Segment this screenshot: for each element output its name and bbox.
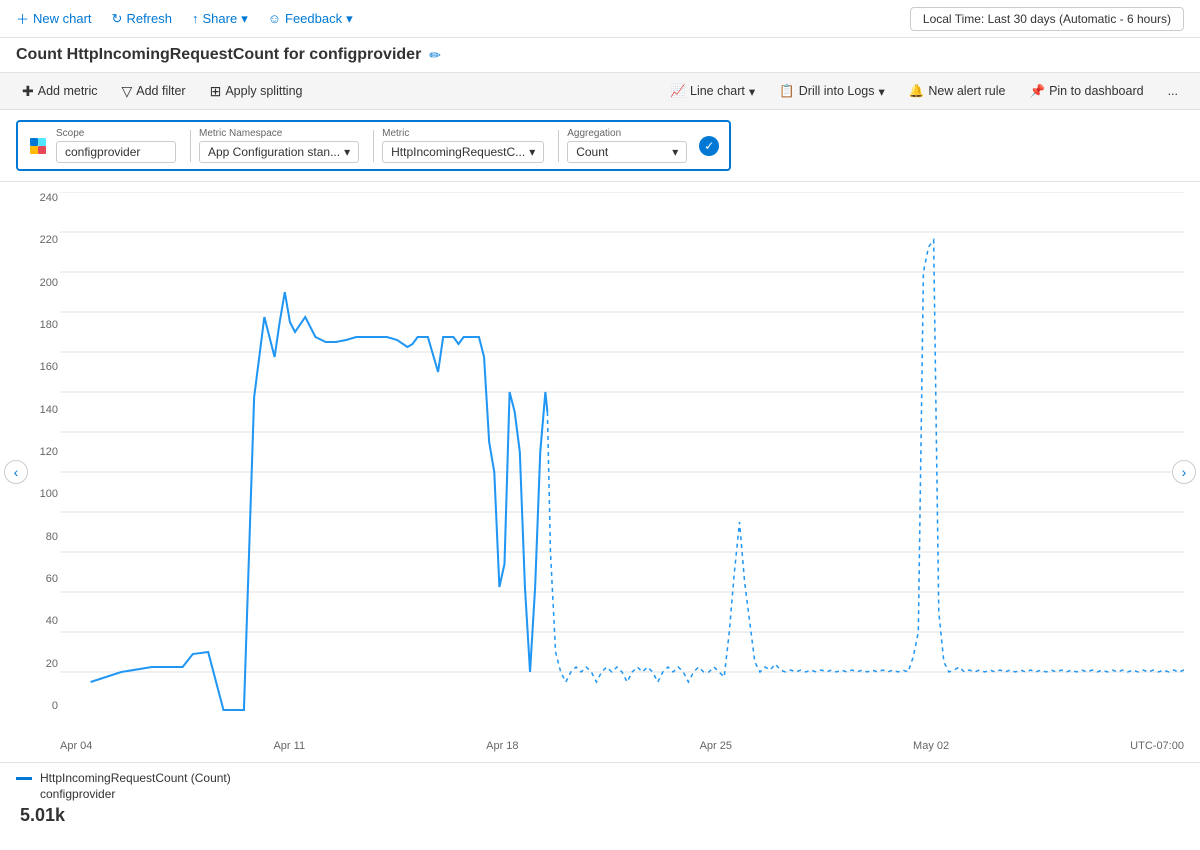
x-label-may02: May 02	[913, 740, 949, 752]
toolbar-left: ✚ Add metric ▽ Add filter ⊞ Apply splitt…	[16, 81, 308, 102]
split-icon: ⊞	[210, 83, 222, 100]
y-label-80: 80	[46, 531, 58, 543]
y-label-140: 140	[40, 404, 58, 416]
namespace-group: Metric Namespace App Configuration stan.…	[199, 128, 359, 163]
feedback-button[interactable]: ☺ Feedback ▾	[268, 11, 353, 27]
selector-divider-3	[558, 130, 559, 162]
scope-label: Scope	[56, 128, 176, 139]
new-alert-rule-button[interactable]: 🔔 New alert rule	[903, 82, 1012, 101]
legend-value: 5.01k	[16, 805, 1184, 826]
chart-toolbar: ✚ Add metric ▽ Add filter ⊞ Apply splitt…	[0, 72, 1200, 110]
page-title: Count HttpIncomingRequestCount for confi…	[16, 46, 421, 64]
time-selector-button[interactable]: Local Time: Last 30 days (Automatic - 6 …	[910, 7, 1184, 31]
plus-icon: ＋	[16, 9, 29, 28]
namespace-label: Metric Namespace	[199, 128, 359, 139]
chart-area: 240 220 200 180 160 140 120 100 80 60 40…	[0, 182, 1200, 762]
legend-bar: HttpIncomingRequestCount (Count) configp…	[0, 762, 1200, 834]
legend-item: HttpIncomingRequestCount (Count)	[16, 771, 1184, 785]
x-label-apr18: Apr 18	[486, 740, 518, 752]
aggregation-chevron-icon: ▾	[672, 145, 678, 159]
more-options-button[interactable]: ...	[1162, 82, 1184, 100]
alert-icon: 🔔	[909, 84, 925, 99]
line-chart-icon: 📈	[670, 84, 686, 99]
y-label-40: 40	[46, 615, 58, 627]
y-label-0: 0	[52, 700, 58, 712]
y-label-200: 200	[40, 277, 58, 289]
namespace-chevron-icon: ▾	[344, 145, 350, 159]
y-label-60: 60	[46, 573, 58, 585]
new-chart-button[interactable]: ＋ New chart	[16, 9, 92, 28]
add-metric-icon: ✚	[22, 83, 34, 100]
toolbar-right: 📈 Line chart ▾ 📋 Drill into Logs ▾ 🔔 New…	[664, 82, 1184, 101]
next-arrow-button[interactable]: ›	[1172, 460, 1196, 484]
metric-selector-bar: Scope configprovider Metric Namespace Ap…	[0, 110, 1200, 182]
y-label-240: 240	[40, 192, 58, 204]
scope-dropdown[interactable]: configprovider	[56, 141, 176, 163]
share-button[interactable]: ↑ Share ▾	[192, 11, 248, 27]
y-label-20: 20	[46, 658, 58, 670]
add-filter-button[interactable]: ▽ Add filter	[115, 81, 191, 102]
x-axis: Apr 04 Apr 11 Apr 18 Apr 25 May 02 UTC-0…	[60, 740, 1184, 752]
feedback-icon: ☺	[268, 11, 281, 26]
namespace-dropdown[interactable]: App Configuration stan... ▾	[199, 141, 359, 163]
selector-divider-2	[373, 130, 374, 162]
logs-chevron-icon: ▾	[879, 84, 885, 99]
aggregation-group: Aggregation Count ▾	[567, 128, 687, 163]
y-label-160: 160	[40, 361, 58, 373]
prev-arrow-button[interactable]: ‹	[4, 460, 28, 484]
y-label-100: 100	[40, 488, 58, 500]
metric-group: Metric HttpIncomingRequestC... ▾	[382, 128, 544, 163]
confirm-button[interactable]: ✓	[699, 136, 719, 156]
y-label-220: 220	[40, 234, 58, 246]
x-label-apr25: Apr 25	[700, 740, 732, 752]
pin-to-dashboard-button[interactable]: 📌 Pin to dashboard	[1023, 82, 1149, 101]
line-chart-button[interactable]: 📈 Line chart ▾	[664, 82, 761, 101]
metric-dropdown[interactable]: HttpIncomingRequestC... ▾	[382, 141, 544, 163]
edit-icon[interactable]: ✏	[429, 47, 441, 64]
y-label-120: 120	[40, 446, 58, 458]
x-label-utc: UTC-07:00	[1130, 740, 1184, 752]
refresh-button[interactable]: ↻ Refresh	[112, 11, 172, 27]
drill-into-logs-button[interactable]: 📋 Drill into Logs ▾	[773, 82, 891, 101]
top-bar: ＋ New chart ↻ Refresh ↑ Share ▾ ☺ Feedba…	[0, 0, 1200, 38]
legend-series-name: HttpIncomingRequestCount (Count)	[40, 771, 231, 785]
top-bar-right: Local Time: Last 30 days (Automatic - 6 …	[910, 7, 1184, 31]
aggregation-label: Aggregation	[567, 128, 687, 139]
x-label-apr11: Apr 11	[273, 740, 305, 752]
refresh-icon: ↻	[112, 11, 123, 27]
y-label-180: 180	[40, 319, 58, 331]
chart-svg	[60, 192, 1184, 712]
add-metric-button[interactable]: ✚ Add metric	[16, 81, 103, 102]
scope-group: Scope configprovider	[56, 128, 176, 163]
legend-sub-label: configprovider	[16, 787, 1184, 801]
apply-splitting-button[interactable]: ⊞ Apply splitting	[204, 81, 309, 102]
legend-color	[16, 777, 32, 780]
logs-icon: 📋	[779, 84, 795, 99]
metric-chevron-icon: ▾	[529, 145, 535, 159]
line-chart-chevron-icon: ▾	[749, 84, 755, 99]
aggregation-dropdown[interactable]: Count ▾	[567, 141, 687, 163]
selector-divider-1	[190, 130, 191, 162]
pin-icon: 📌	[1029, 84, 1045, 99]
x-label-apr04: Apr 04	[60, 740, 92, 752]
share-chevron-icon: ▾	[241, 11, 248, 27]
top-bar-left: ＋ New chart ↻ Refresh ↑ Share ▾ ☺ Feedba…	[16, 9, 353, 28]
y-axis: 240 220 200 180 160 140 120 100 80 60 40…	[10, 192, 58, 712]
filter-icon: ▽	[121, 83, 132, 100]
scope-icon	[28, 136, 48, 156]
share-icon: ↑	[192, 11, 199, 26]
metric-label: Metric	[382, 128, 544, 139]
feedback-chevron-icon: ▾	[346, 11, 353, 27]
page-title-bar: Count HttpIncomingRequestCount for confi…	[0, 38, 1200, 72]
metric-selector-inner: Scope configprovider Metric Namespace Ap…	[16, 120, 731, 171]
